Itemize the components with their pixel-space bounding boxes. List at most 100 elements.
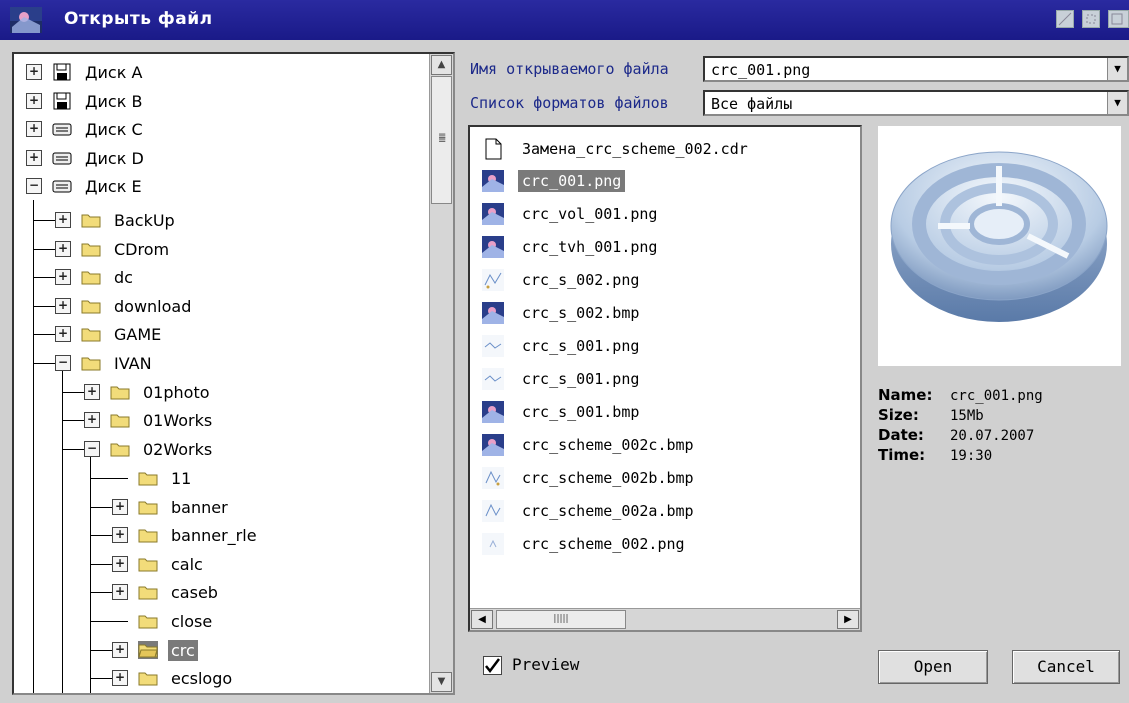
tree-connector: [33, 277, 55, 278]
file-item[interactable]: crc_s_001.png: [482, 365, 643, 393]
expand-toggle[interactable]: +: [55, 326, 71, 342]
filename-input[interactable]: crc_001.png ▼: [703, 56, 1129, 82]
file-item[interactable]: crc_scheme_002b.bmp: [482, 464, 698, 492]
expand-toggle[interactable]: +: [84, 412, 100, 428]
file-item[interactable]: crc_scheme_002c.bmp: [482, 431, 698, 459]
tree-node[interactable]: + crc: [112, 636, 198, 664]
tree-node[interactable]: + banner_rle: [112, 521, 260, 549]
tree-node[interactable]: + Диск C: [26, 115, 146, 143]
tree-node-label: GAME: [114, 324, 162, 344]
tree-node[interactable]: + calc: [112, 550, 206, 578]
file-item[interactable]: crc_s_002.bmp: [482, 299, 643, 327]
tree-node-label: Диск E: [85, 176, 142, 196]
directory-tree[interactable]: + Диск A + Диск B + Диск C + Диск D − Ди…: [12, 52, 455, 695]
scroll-up-button[interactable]: ▲: [431, 55, 452, 75]
file-name: crc_tvh_001.png: [522, 238, 658, 256]
expand-toggle[interactable]: +: [112, 584, 128, 600]
tree-node[interactable]: − 02Works: [84, 435, 215, 463]
tree-node[interactable]: + dc: [55, 263, 136, 291]
expand-toggle[interactable]: +: [26, 93, 42, 109]
tree-node[interactable]: + banner: [112, 493, 231, 521]
tree-node-label: 01Works: [143, 410, 213, 430]
folder-icon: [138, 672, 158, 686]
file-item[interactable]: crc_tvh_001.png: [482, 233, 661, 261]
image-thumb-icon: [482, 434, 504, 456]
chevron-down-icon[interactable]: ▼: [1107, 92, 1127, 114]
file-item[interactable]: crc_scheme_002a.bmp: [482, 497, 698, 525]
scroll-thumb[interactable]: ≡ ≡: [431, 76, 452, 204]
tree-node[interactable]: + CDrom: [55, 235, 172, 263]
tree-node[interactable]: − IVAN: [55, 349, 155, 377]
file-item-selected[interactable]: crc_001.png: [482, 167, 626, 195]
expand-toggle[interactable]: +: [112, 556, 128, 572]
tree-node[interactable]: 11: [112, 464, 194, 492]
tree-node[interactable]: + ecslogo: [112, 664, 235, 692]
file-item[interactable]: crc_s_001.png: [482, 332, 643, 360]
file-list-scrollbar[interactable]: ◀ ||||| ▶: [470, 608, 860, 630]
collapse-toggle[interactable]: −: [84, 441, 100, 457]
tree-node[interactable]: + 01photo: [84, 378, 213, 406]
expand-toggle[interactable]: +: [112, 670, 128, 686]
file-item[interactable]: crc_s_002.png: [482, 266, 643, 294]
open-button[interactable]: Open: [878, 650, 988, 684]
tree-connector: [33, 249, 55, 250]
tree-node[interactable]: + Диск B: [26, 87, 145, 115]
format-select[interactable]: Все файлы ▼: [703, 90, 1129, 116]
file-item[interactable]: Замена_crc_scheme_002.cdr: [482, 135, 752, 163]
chevron-down-icon[interactable]: ▼: [1107, 58, 1127, 80]
tree-node[interactable]: + Диск A: [26, 58, 145, 86]
tree-node[interactable]: + BackUp: [55, 206, 178, 234]
tree-node-label: Диск B: [85, 91, 143, 111]
expand-toggle[interactable]: +: [55, 269, 71, 285]
scroll-right-button[interactable]: ▶: [837, 610, 859, 629]
expand-toggle[interactable]: +: [55, 298, 71, 314]
file-item[interactable]: crc_vol_001.png: [482, 200, 661, 228]
folder-open-icon: [138, 641, 158, 659]
tree-node-label: banner: [171, 497, 228, 517]
expand-toggle[interactable]: +: [84, 384, 100, 400]
expand-toggle[interactable]: +: [112, 642, 128, 658]
preview-checkbox[interactable]: [483, 656, 502, 675]
tree-node[interactable]: − Диск E: [26, 172, 145, 200]
scroll-down-button[interactable]: ▼: [431, 672, 452, 692]
scroll-thumb[interactable]: |||||: [496, 610, 626, 629]
expand-toggle[interactable]: +: [112, 499, 128, 515]
tree-scrollbar[interactable]: ▲ ≡ ≡ ▼: [429, 54, 453, 693]
file-item[interactable]: crc_s_001.bmp: [482, 398, 643, 426]
info-size: Size: 15Mb: [878, 406, 984, 424]
expand-toggle[interactable]: +: [26, 121, 42, 137]
tree-node[interactable]: + 01Works: [84, 406, 215, 434]
expand-toggle[interactable]: +: [112, 527, 128, 543]
file-item[interactable]: crc_scheme_002.png: [482, 530, 689, 558]
expand-toggle[interactable]: +: [55, 212, 71, 228]
maximize-button[interactable]: [1082, 10, 1100, 28]
minimize-button[interactable]: [1056, 10, 1074, 28]
tree-node-label: 02Works: [143, 439, 213, 459]
folder-icon: [138, 501, 158, 515]
collapse-toggle[interactable]: −: [26, 178, 42, 194]
tree-node-label: download: [114, 296, 192, 316]
tree-node[interactable]: + Диск D: [26, 144, 147, 172]
expand-toggle[interactable]: +: [26, 64, 42, 80]
expand-toggle[interactable]: +: [55, 241, 71, 257]
folder-icon: [81, 300, 101, 314]
info-size-value: 15Mb: [950, 408, 984, 424]
scroll-left-button[interactable]: ◀: [471, 610, 493, 629]
file-name: crc_scheme_002.png: [522, 535, 685, 553]
cancel-button[interactable]: Cancel: [1012, 650, 1120, 684]
tree-node[interactable]: + caseb: [112, 578, 221, 606]
tree-node[interactable]: close: [112, 607, 215, 635]
preview-checkbox-label[interactable]: Preview: [512, 655, 579, 674]
folder-icon: [81, 271, 101, 285]
collapse-toggle[interactable]: −: [55, 355, 71, 371]
file-name: crc_scheme_002a.bmp: [522, 502, 694, 520]
title-bar[interactable]: Открыть файл: [0, 0, 1129, 40]
tree-connector: [33, 334, 55, 335]
tree-node[interactable]: + download: [55, 292, 194, 320]
close-button[interactable]: [1108, 10, 1129, 28]
preview-pane: [878, 126, 1121, 366]
expand-toggle[interactable]: +: [26, 150, 42, 166]
folder-icon: [138, 586, 158, 600]
tree-node[interactable]: + GAME: [55, 320, 164, 348]
file-list[interactable]: Замена_crc_scheme_002.cdr crc_001.png cr…: [468, 125, 862, 632]
